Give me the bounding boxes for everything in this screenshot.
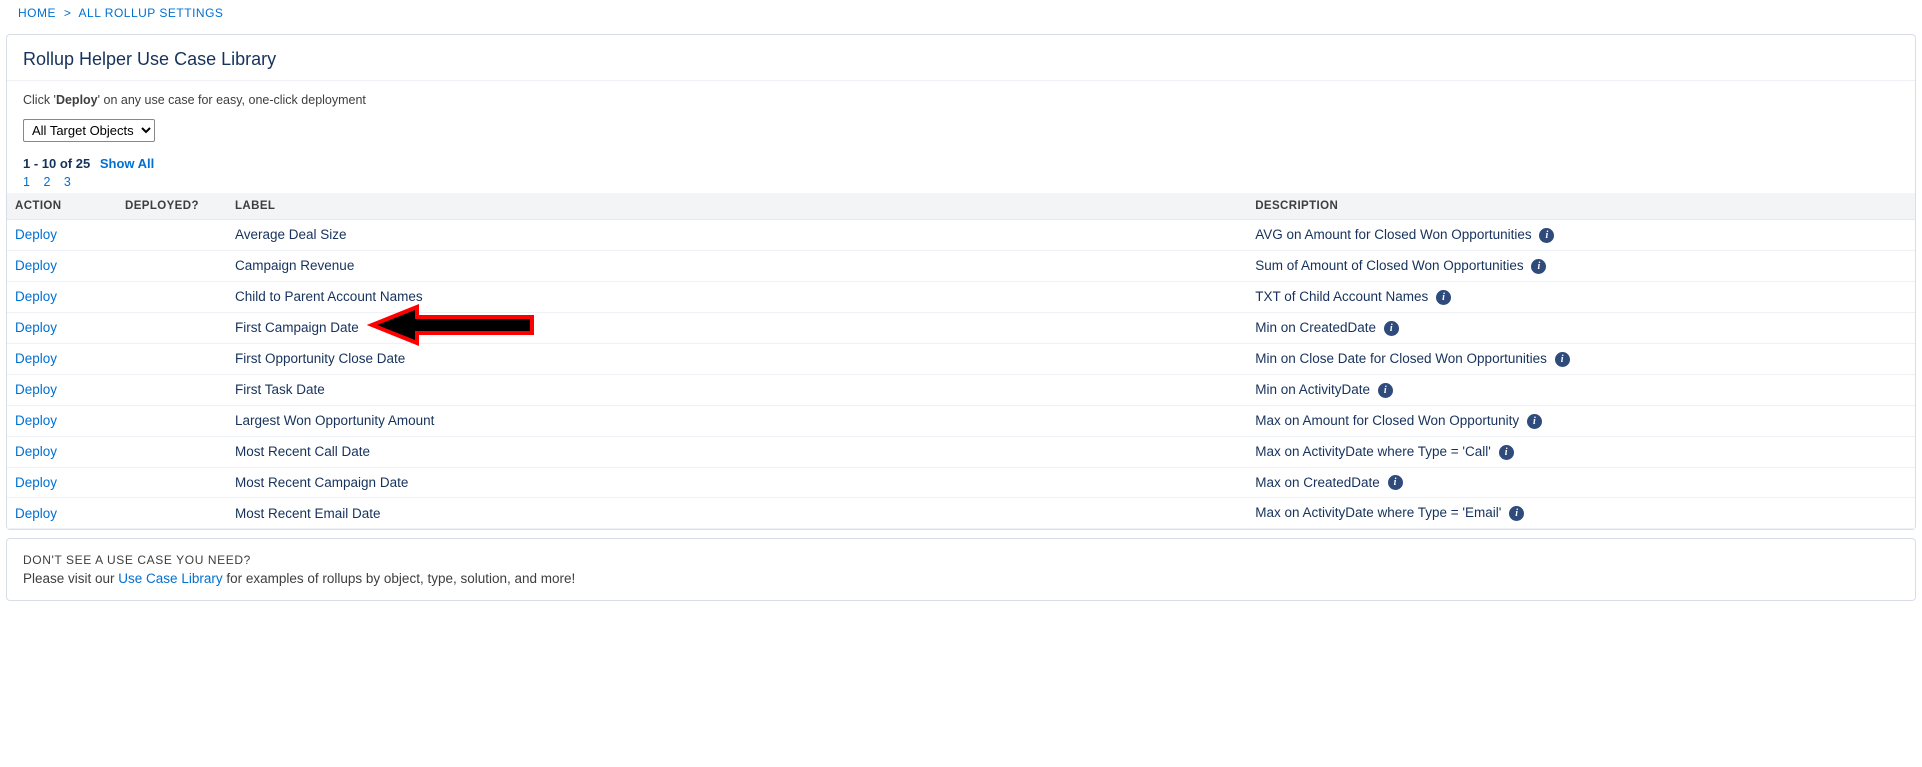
column-label: LABEL xyxy=(227,193,1247,220)
column-deployed: DEPLOYED? xyxy=(117,193,227,220)
info-icon[interactable]: i xyxy=(1531,259,1546,274)
deploy-link[interactable]: Deploy xyxy=(15,258,57,273)
deployed-cell xyxy=(117,343,227,374)
label-cell: Child to Parent Account Names xyxy=(227,281,1247,312)
label-cell: First Task Date xyxy=(227,374,1247,405)
description-cell: TXT of Child Account Names i xyxy=(1247,281,1915,312)
breadcrumb-home[interactable]: HOME xyxy=(18,6,56,20)
label-cell: First Opportunity Close Date xyxy=(227,343,1247,374)
column-action: ACTION xyxy=(7,193,117,220)
deploy-link[interactable]: Deploy xyxy=(15,227,57,242)
info-icon[interactable]: i xyxy=(1509,506,1524,521)
label-cell: Average Deal Size xyxy=(227,220,1247,251)
deploy-link[interactable]: Deploy xyxy=(15,475,57,490)
info-icon[interactable]: i xyxy=(1384,321,1399,336)
deployed-cell xyxy=(117,312,227,343)
deployed-cell xyxy=(117,374,227,405)
table-row: Deploy Most Recent Email DateMax on Activ… xyxy=(7,498,1915,529)
use-case-table: ACTION DEPLOYED? LABEL DESCRIPTION Deplo… xyxy=(7,193,1915,529)
deployed-cell xyxy=(117,405,227,436)
table-row: Deploy First Campaign DateMin on CreatedD… xyxy=(7,312,1915,343)
label-cell: Campaign Revenue xyxy=(227,250,1247,281)
deploy-link[interactable]: Deploy xyxy=(15,506,57,521)
deploy-link[interactable]: Deploy xyxy=(15,289,57,304)
info-icon[interactable]: i xyxy=(1555,352,1570,367)
description-cell: Min on ActivityDate i xyxy=(1247,374,1915,405)
breadcrumb-separator: > xyxy=(64,6,72,20)
table-row: Deploy Most Recent Call DateMax on Activi… xyxy=(7,436,1915,467)
deploy-link[interactable]: Deploy xyxy=(15,351,57,366)
main-panel: Rollup Helper Use Case Library Click 'De… xyxy=(6,34,1916,530)
table-row: Deploy Average Deal SizeAVG on Amount for… xyxy=(7,220,1915,251)
deploy-link[interactable]: Deploy xyxy=(15,444,57,459)
table-row: Deploy Most Recent Campaign DateMax on Cr… xyxy=(7,467,1915,498)
deployed-cell xyxy=(117,467,227,498)
deploy-link[interactable]: Deploy xyxy=(15,320,57,335)
label-cell: Largest Won Opportunity Amount xyxy=(227,405,1247,436)
table-row: Deploy Child to Parent Account NamesTXT o… xyxy=(7,281,1915,312)
use-case-library-link[interactable]: Use Case Library xyxy=(118,571,222,586)
pager-range: 1 - 10 of 25 xyxy=(23,156,90,171)
info-icon[interactable]: i xyxy=(1388,475,1403,490)
description-cell: Max on ActivityDate where Type = 'Call' … xyxy=(1247,436,1915,467)
info-icon[interactable]: i xyxy=(1539,228,1554,243)
info-icon[interactable]: i xyxy=(1499,445,1514,460)
deployed-cell xyxy=(117,250,227,281)
deploy-link[interactable]: Deploy xyxy=(15,382,57,397)
page-title: Rollup Helper Use Case Library xyxy=(23,49,1899,70)
footer-heading: DON'T SEE A USE CASE YOU NEED? xyxy=(23,553,1899,567)
info-icon[interactable]: i xyxy=(1378,383,1393,398)
divider xyxy=(7,80,1915,81)
description-cell: Min on Close Date for Closed Won Opportu… xyxy=(1247,343,1915,374)
column-description: DESCRIPTION xyxy=(1247,193,1915,220)
deployed-cell xyxy=(117,436,227,467)
description-cell: Max on CreatedDate i xyxy=(1247,467,1915,498)
show-all-link[interactable]: Show All xyxy=(100,156,154,171)
label-cell: Most Recent Call Date xyxy=(227,436,1247,467)
info-icon[interactable]: i xyxy=(1527,414,1542,429)
label-cell: Most Recent Campaign Date xyxy=(227,467,1247,498)
footer-panel: DON'T SEE A USE CASE YOU NEED? Please vi… xyxy=(6,538,1916,601)
pager-range-line: 1 - 10 of 25 Show All xyxy=(23,156,1899,171)
table-row: Deploy Largest Won Opportunity AmountMax … xyxy=(7,405,1915,436)
deploy-link[interactable]: Deploy xyxy=(15,413,57,428)
page-3[interactable]: 3 xyxy=(64,175,71,189)
footer-text: Please visit our Use Case Library for ex… xyxy=(23,571,1899,586)
breadcrumb: HOME > ALL ROLLUP SETTINGS xyxy=(6,0,1916,30)
instruction-text: Click 'Deploy' on any use case for easy,… xyxy=(23,93,1899,107)
description-cell: AVG on Amount for Closed Won Opportuniti… xyxy=(1247,220,1915,251)
description-cell: Min on CreatedDate i xyxy=(1247,312,1915,343)
info-icon[interactable]: i xyxy=(1436,290,1451,305)
description-cell: Sum of Amount of Closed Won Opportunitie… xyxy=(1247,250,1915,281)
page-2[interactable]: 2 xyxy=(43,175,50,189)
description-cell: Max on Amount for Closed Won Opportunity… xyxy=(1247,405,1915,436)
page-numbers: 1 2 3 xyxy=(23,175,1899,189)
table-row: Deploy Campaign RevenueSum of Amount of C… xyxy=(7,250,1915,281)
page-1[interactable]: 1 xyxy=(23,175,30,189)
description-cell: Max on ActivityDate where Type = 'Email'… xyxy=(1247,498,1915,529)
deployed-cell xyxy=(117,220,227,251)
label-cell: Most Recent Email Date xyxy=(227,498,1247,529)
table-row: Deploy First Task DateMin on ActivityDate… xyxy=(7,374,1915,405)
table-row: Deploy First Opportunity Close DateMin on… xyxy=(7,343,1915,374)
deployed-cell xyxy=(117,498,227,529)
label-cell: First Campaign Date xyxy=(227,312,1247,343)
deployed-cell xyxy=(117,281,227,312)
target-object-select[interactable]: All Target Objects xyxy=(23,119,155,142)
breadcrumb-all-rollup-settings[interactable]: ALL ROLLUP SETTINGS xyxy=(79,6,224,20)
